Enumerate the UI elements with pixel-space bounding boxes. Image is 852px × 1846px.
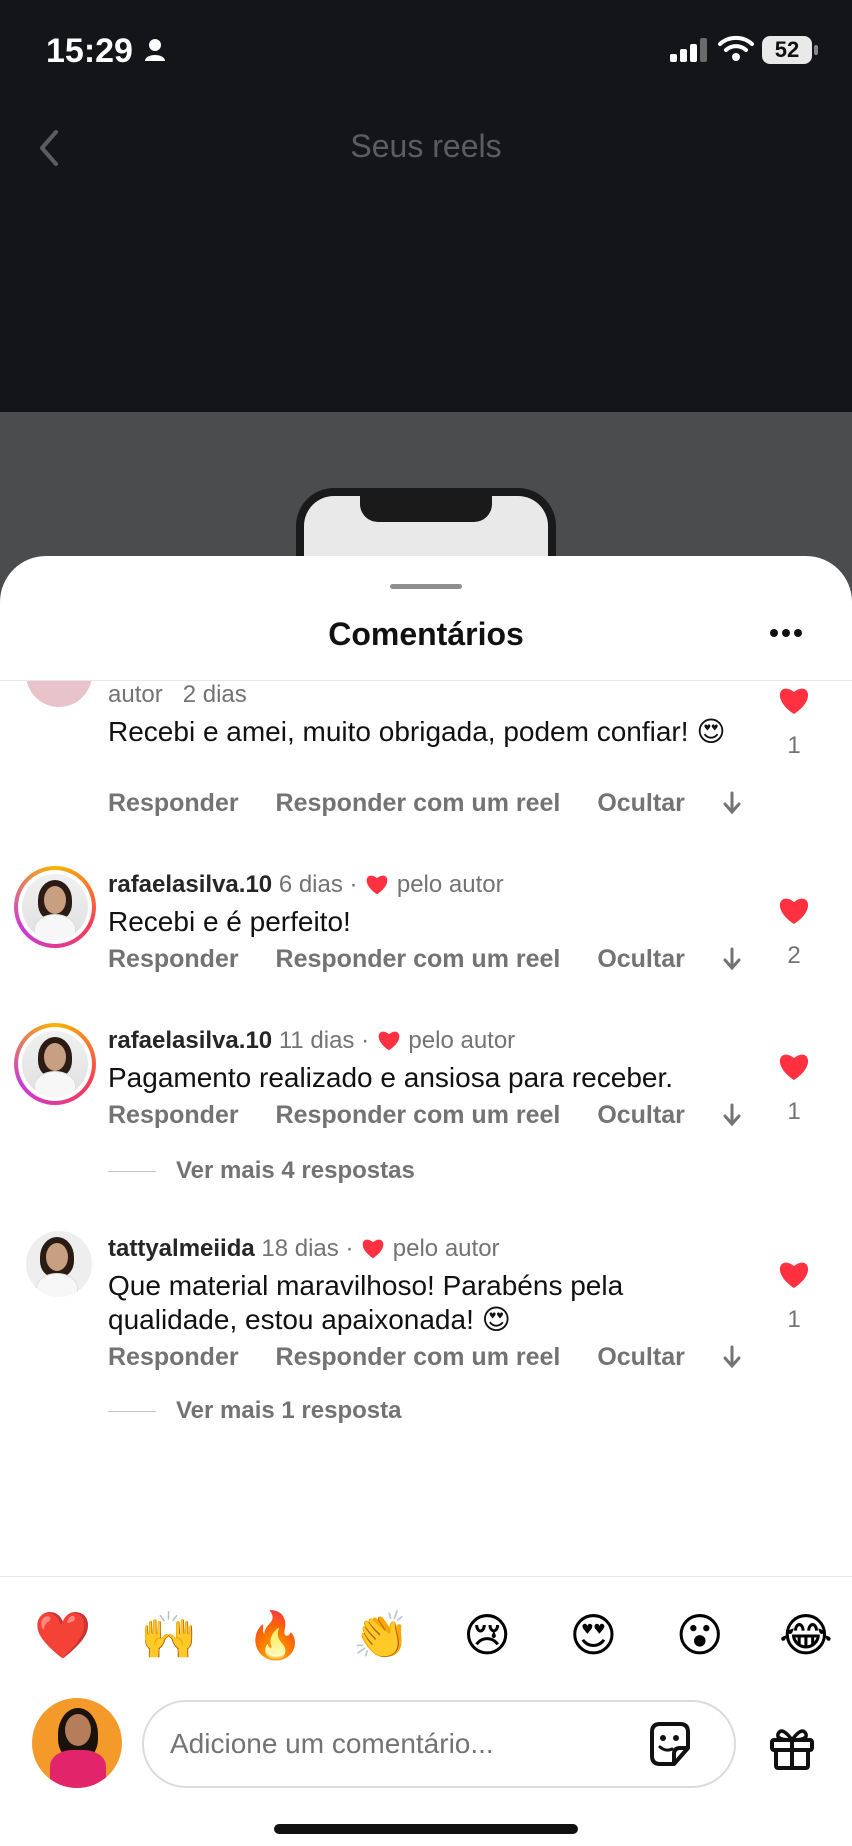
reply-with-reel-button[interactable]: Responder com um reel	[276, 789, 561, 817]
comment-input-container	[142, 1700, 736, 1788]
arrow-down-icon[interactable]	[722, 1345, 742, 1369]
sticker-icon[interactable]	[644, 1718, 696, 1770]
reel-thumbnail-notch	[360, 496, 492, 522]
comment-username[interactable]: tattyalmeiida	[108, 1235, 255, 1262]
comment-meta: tattyalmeiida 18 dias · pelo autor	[108, 1235, 500, 1262]
comment-input[interactable]	[170, 1722, 630, 1766]
current-user-avatar	[32, 1698, 122, 1788]
heart-filled-icon	[366, 875, 388, 895]
comment-username[interactable]: rafaelasilva.10	[108, 1027, 272, 1054]
avatar[interactable]	[26, 681, 92, 707]
comment-meta: rafaelasilva.10 11 dias · pelo autor	[108, 1027, 516, 1054]
emoji-fire[interactable]: 🔥	[247, 1608, 304, 1663]
comment-username[interactable]: rafaelasilva.10	[108, 871, 272, 898]
hide-button[interactable]: Ocultar	[597, 789, 685, 817]
reply-button[interactable]: Responder	[108, 1343, 239, 1371]
heart-filled-icon[interactable]	[777, 1259, 811, 1289]
emoji-quick-bar: ❤️ 🙌 🔥 👏 😢 😍 😮 😂	[34, 1608, 834, 1663]
comment-text: Pagamento realizado e ansiosa para receb…	[108, 1062, 674, 1093]
emoji-heart[interactable]: ❤️	[34, 1608, 91, 1663]
emoji-surprised[interactable]: 😮	[672, 1608, 728, 1663]
liked-by-author-label: pelo autor	[408, 1027, 516, 1054]
reply-with-reel-button[interactable]: Responder com um reel	[276, 1343, 561, 1371]
emoji-clap[interactable]: 👏	[353, 1608, 410, 1663]
arrow-down-icon[interactable]	[722, 791, 742, 815]
comment-time: 11 dias	[278, 1027, 355, 1054]
like-column: 2	[776, 895, 812, 970]
sheet-grabber[interactable]	[390, 584, 462, 589]
like-column: 1	[776, 1259, 812, 1334]
reply-button[interactable]: Responder	[108, 1101, 239, 1129]
reply-button[interactable]: Responder	[108, 789, 239, 817]
comment-actions: Responder Responder com um reel Ocultar	[108, 1101, 742, 1130]
liked-by-author-label: pelo autor	[396, 871, 504, 898]
battery-indicator: 52	[762, 36, 812, 64]
like-count: 2	[787, 942, 801, 969]
gift-icon[interactable]	[768, 1724, 816, 1772]
like-column: 1	[776, 1051, 812, 1126]
liked-by-author-label: pelo autor	[392, 1235, 500, 1262]
heart-filled-icon[interactable]	[777, 895, 811, 925]
story-ring-avatar[interactable]	[14, 866, 96, 948]
home-indicator	[274, 1824, 578, 1834]
person-icon	[145, 39, 165, 61]
comments-sheet: Comentários autor 2 dias Recebi e amei, …	[0, 556, 852, 1846]
emoji-divider	[0, 1576, 852, 1577]
arrow-down-icon[interactable]	[722, 947, 742, 971]
hide-button[interactable]: Ocultar	[597, 1101, 685, 1129]
comment-time: 2 dias	[182, 681, 247, 708]
comment-author-suffix: autor	[108, 681, 163, 708]
comment-time: 18 dias	[261, 1235, 339, 1262]
heart-filled-icon	[378, 1031, 400, 1051]
reply-with-reel-button[interactable]: Responder com um reel	[276, 945, 561, 973]
heart-filled-icon[interactable]	[777, 685, 811, 715]
heart-filled-icon[interactable]	[777, 1051, 811, 1081]
like-count: 1	[787, 1306, 801, 1333]
story-ring-avatar[interactable]	[14, 1023, 96, 1105]
battery-tip	[814, 45, 818, 55]
status-time: 15:29	[46, 32, 133, 70]
view-more-label: Ver mais 1 resposta	[176, 1397, 402, 1424]
comment-time: 6 dias	[278, 871, 343, 898]
signal-icon	[670, 38, 707, 62]
status-bar: 15:29 52	[0, 0, 852, 100]
emoji-laughing[interactable]: 😂	[778, 1608, 834, 1663]
wifi-icon	[718, 35, 754, 61]
hide-button[interactable]: Ocultar	[597, 1343, 685, 1371]
comment-text: Recebi e amei, muito obrigada, podem con…	[108, 716, 726, 747]
comment-text: Recebi e é perfeito!	[108, 906, 351, 937]
comment-actions: Responder Responder com um reel Ocultar	[108, 1343, 742, 1372]
like-column: 1	[776, 685, 812, 760]
sheet-title: Comentários	[328, 616, 524, 652]
heart-filled-icon	[362, 1239, 384, 1259]
hide-button[interactable]: Ocultar	[597, 945, 685, 973]
comment-meta: rafaelasilva.10 6 dias · pelo autor	[108, 871, 504, 898]
comment-meta: autor 2 dias	[108, 681, 247, 709]
emoji-heart-eyes[interactable]: 😍	[565, 1608, 621, 1663]
avatar[interactable]	[26, 1231, 92, 1297]
view-more-label: Ver mais 4 respostas	[176, 1157, 415, 1184]
arrow-down-icon[interactable]	[722, 1103, 742, 1127]
reply-button[interactable]: Responder	[108, 945, 239, 973]
comment-text: Que material maravilhoso! Parabéns pela …	[108, 1270, 624, 1335]
reply-with-reel-button[interactable]: Responder com um reel	[276, 1101, 561, 1129]
replies-line	[108, 1411, 156, 1413]
emoji-crying[interactable]: 😢	[459, 1608, 515, 1663]
comments-list: autor 2 dias Recebi e amei, muito obriga…	[0, 681, 852, 1701]
replies-line	[108, 1171, 156, 1173]
view-more-replies-button[interactable]: Ver mais 1 resposta	[108, 1397, 401, 1425]
comment-actions: Responder Responder com um reel Ocultar	[108, 945, 742, 974]
like-count: 1	[787, 1098, 801, 1125]
more-options-icon[interactable]	[768, 626, 804, 640]
comment-actions: Responder Responder com um reel Ocultar	[108, 789, 742, 818]
like-count: 1	[787, 732, 801, 759]
page-title: Seus reels	[350, 128, 502, 164]
view-more-replies-button[interactable]: Ver mais 4 respostas	[108, 1157, 415, 1185]
emoji-raised-hands[interactable]: 🙌	[140, 1608, 197, 1663]
